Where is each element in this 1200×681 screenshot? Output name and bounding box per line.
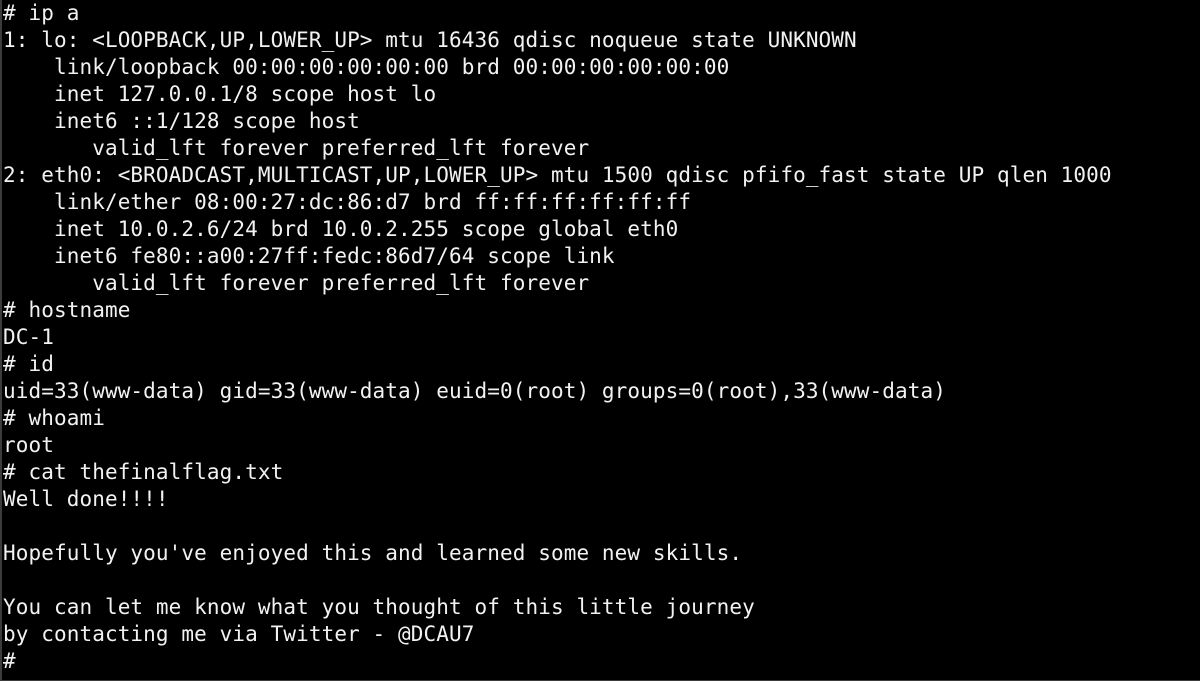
output-line: 1: lo: <LOOPBACK,UP,LOWER_UP> mtu 16436 … [3,28,857,52]
output-line: inet 10.0.2.6/24 brd 10.0.2.255 scope gl… [3,217,679,241]
output-line: inet6 fe80::a00:27ff:fedc:86d7/64 scope … [3,244,615,268]
output-line: root [3,433,54,457]
output-line: DC-1 [3,325,54,349]
command-line: # id [3,352,54,376]
output-line: inet6 ::1/128 scope host [3,109,360,133]
output-line: by contacting me via Twitter - @DCAU7 [3,622,475,646]
output-line: Well done!!!! [3,487,169,511]
output-line: Hopefully you've enjoyed this and learne… [3,541,743,565]
output-line: uid=33(www-data) gid=33(www-data) euid=0… [3,379,946,403]
shell-prompt[interactable]: # [3,648,1200,675]
command-line: # ip a [3,1,80,25]
command-line: # whoami [3,406,105,430]
output-line: 2: eth0: <BROADCAST,MULTICAST,UP,LOWER_U… [3,163,1112,187]
output-line: valid_lft forever preferred_lft forever [3,271,590,295]
output-line: You can let me know what you thought of … [3,595,755,619]
output-line: valid_lft forever preferred_lft forever [3,136,590,160]
output-line: link/ether 08:00:27:dc:86:d7 brd ff:ff:f… [3,190,692,214]
output-line: link/loopback 00:00:00:00:00:00 brd 00:0… [3,55,730,79]
output-line: inet 127.0.0.1/8 scope host lo [3,82,437,106]
terminal-window[interactable]: # ip a 1: lo: <LOOPBACK,UP,LOWER_UP> mtu… [0,0,1200,681]
command-line: # hostname [3,298,131,322]
command-line: # cat thefinalflag.txt [3,460,284,484]
